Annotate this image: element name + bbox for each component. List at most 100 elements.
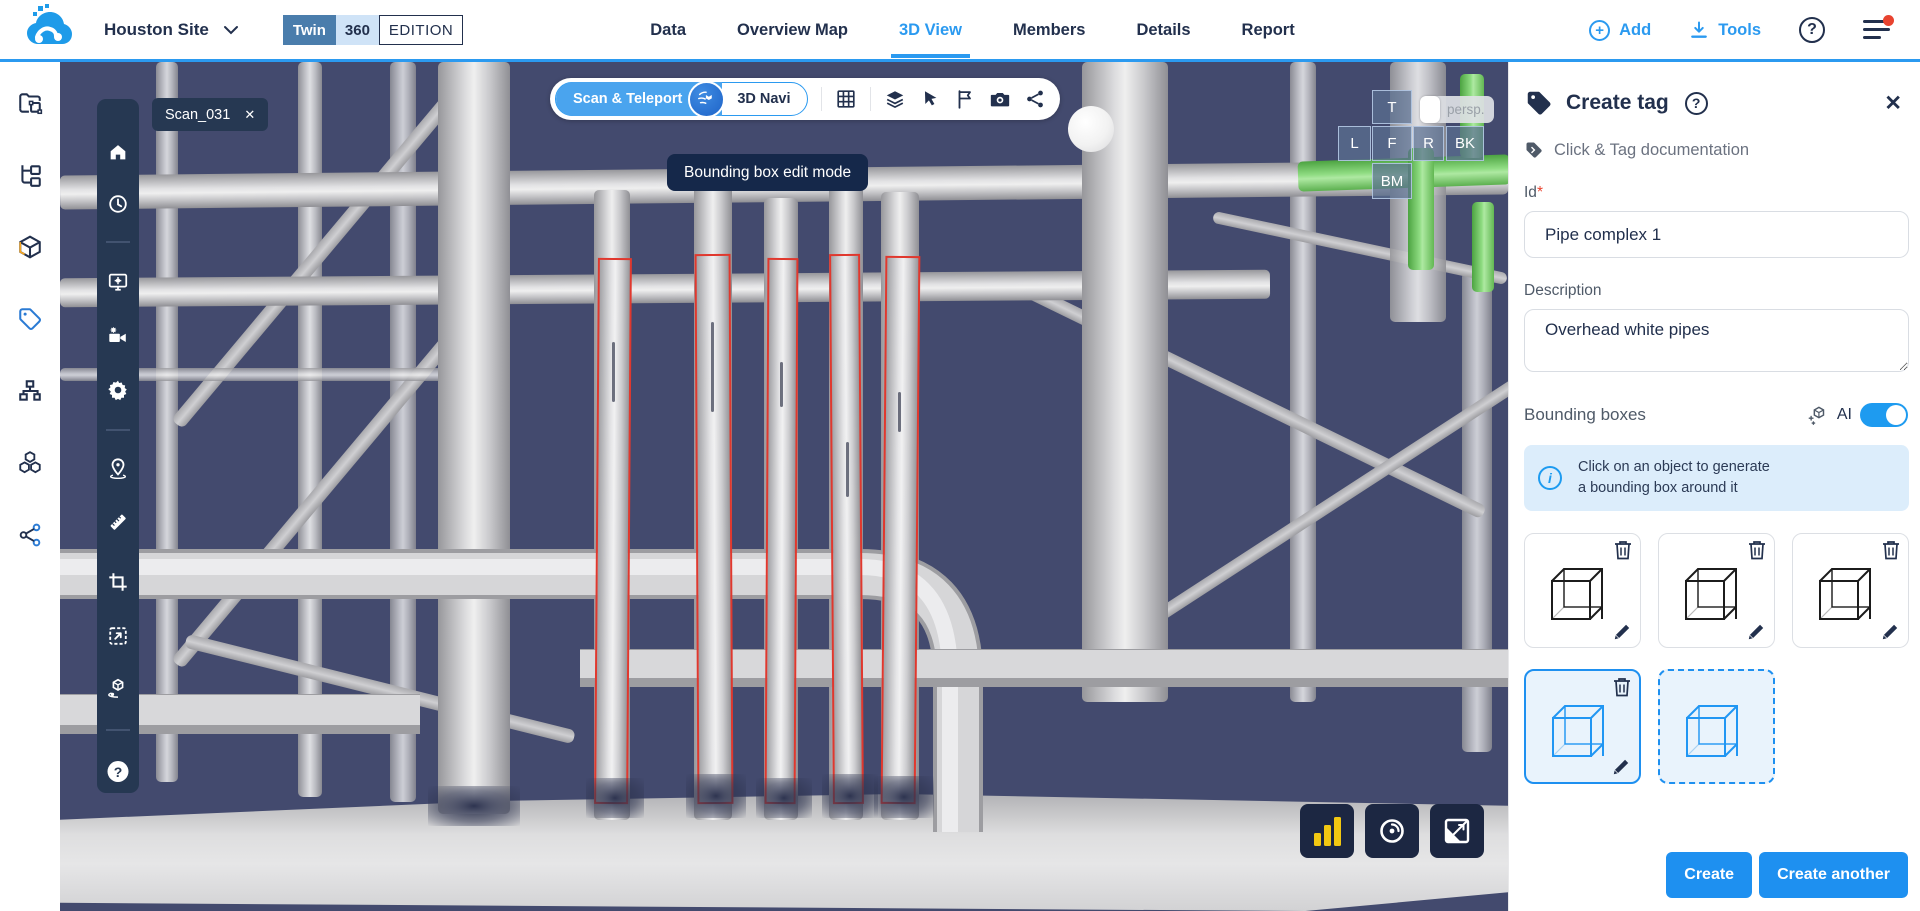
trash-icon[interactable] bbox=[1882, 540, 1900, 560]
projection-label: persp. bbox=[1447, 102, 1485, 117]
red-bounding-box[interactable] bbox=[829, 253, 864, 805]
site-selector[interactable]: Houston Site bbox=[104, 20, 239, 40]
tag-arrow-icon bbox=[1526, 142, 1542, 158]
mark bbox=[846, 442, 849, 497]
view-top[interactable]: T bbox=[1372, 90, 1412, 124]
cube-icon[interactable] bbox=[17, 234, 43, 260]
mark bbox=[711, 322, 714, 412]
view-right[interactable]: R bbox=[1413, 126, 1444, 161]
trash-icon[interactable] bbox=[1748, 540, 1766, 560]
bounding-box-card-pending[interactable] bbox=[1658, 669, 1775, 785]
bounding-box-card-selected[interactable] bbox=[1524, 669, 1641, 785]
pencil-icon[interactable] bbox=[1881, 623, 1899, 641]
red-bounding-box[interactable] bbox=[880, 255, 921, 805]
chevron-down-icon bbox=[223, 26, 238, 35]
pencil-icon[interactable] bbox=[1747, 623, 1765, 641]
badge-twin: Twin bbox=[282, 15, 336, 45]
tab-overview-map[interactable]: Overview Map bbox=[735, 3, 850, 58]
teleport-icon[interactable] bbox=[688, 80, 726, 118]
camera-icon[interactable] bbox=[989, 88, 1011, 110]
tab-data[interactable]: Data bbox=[648, 3, 688, 58]
pencil-icon[interactable] bbox=[1613, 623, 1631, 641]
bounding-box-card[interactable] bbox=[1792, 533, 1909, 649]
viewer-bottom-buttons bbox=[1300, 804, 1484, 858]
red-bounding-box[interactable] bbox=[764, 257, 799, 805]
image-export-icon[interactable] bbox=[107, 625, 129, 647]
workflow-icon[interactable] bbox=[17, 378, 43, 404]
view-left[interactable]: L bbox=[1338, 126, 1371, 161]
click-tag-doc-link[interactable]: Click & Tag documentation bbox=[1524, 140, 1908, 160]
pipe-base bbox=[874, 776, 934, 818]
flag-icon[interactable] bbox=[954, 88, 976, 110]
ai-label: AI bbox=[1836, 406, 1852, 423]
clock-icon[interactable] bbox=[107, 193, 129, 215]
ruler-icon[interactable] bbox=[107, 511, 129, 533]
tab-details[interactable]: Details bbox=[1134, 3, 1192, 58]
location-pin-icon[interactable] bbox=[107, 457, 129, 479]
red-bounding-box[interactable] bbox=[594, 257, 632, 805]
tab-3d-view[interactable]: 3D View bbox=[891, 3, 970, 58]
viewer-top-toolbar: Scan & Teleport 3D Navi bbox=[550, 78, 1060, 120]
close-icon[interactable]: ✕ bbox=[1884, 91, 1902, 116]
3d-viewport[interactable]: Scan_031 ✕ ? Scan & Teleport 3D Navi Bou… bbox=[60, 62, 1508, 911]
mode-3d-navi[interactable]: 3D Navi bbox=[725, 91, 806, 107]
display-settings-icon[interactable] bbox=[107, 271, 129, 293]
compass-button[interactable] bbox=[1365, 804, 1419, 858]
folder-icon[interactable] bbox=[17, 90, 43, 116]
cube-wireframe-icon bbox=[1685, 568, 1737, 621]
layers-icon[interactable] bbox=[884, 88, 906, 110]
power-bi-button[interactable] bbox=[1300, 804, 1354, 858]
tab-members[interactable]: Members bbox=[1011, 3, 1087, 58]
description-label: Description bbox=[1524, 282, 1602, 299]
badge-edition: EDITION bbox=[378, 15, 464, 45]
download-icon bbox=[1691, 21, 1708, 38]
home-icon[interactable] bbox=[107, 141, 129, 163]
add-button[interactable]: + Add bbox=[1589, 19, 1651, 41]
create-button[interactable]: Create bbox=[1666, 852, 1753, 898]
bounding-box-card[interactable] bbox=[1524, 533, 1641, 649]
scan-chip[interactable]: Scan_031 ✕ bbox=[152, 98, 269, 131]
tools-button[interactable]: Tools bbox=[1689, 20, 1761, 40]
tag-icon[interactable] bbox=[17, 306, 43, 332]
id-input[interactable] bbox=[1524, 211, 1909, 258]
share-icon[interactable] bbox=[1024, 88, 1046, 110]
create-another-button[interactable]: Create another bbox=[1759, 852, 1908, 898]
description-input[interactable]: Overhead white pipes bbox=[1524, 309, 1909, 372]
model-place-icon[interactable] bbox=[107, 677, 129, 699]
pipe-base bbox=[428, 786, 520, 826]
notification-dot bbox=[1883, 15, 1894, 26]
grid-icon[interactable] bbox=[835, 88, 857, 110]
share-icon[interactable] bbox=[17, 522, 43, 548]
scan-sphere[interactable] bbox=[1068, 106, 1114, 152]
view-back[interactable]: BK bbox=[1446, 126, 1484, 161]
plus-circle-icon: + bbox=[1589, 19, 1611, 41]
help-icon[interactable]: ? bbox=[1799, 17, 1825, 43]
gear-icon[interactable] bbox=[107, 379, 129, 401]
app-sidebar bbox=[0, 62, 60, 911]
trash-icon[interactable] bbox=[1614, 540, 1632, 560]
cubes-icon[interactable] bbox=[17, 450, 43, 476]
cursor-icon[interactable] bbox=[919, 88, 941, 110]
trash-icon[interactable] bbox=[1613, 677, 1631, 697]
tab-report[interactable]: Report bbox=[1240, 3, 1297, 58]
close-icon[interactable]: ✕ bbox=[244, 107, 255, 123]
top-bar: Houston Site Twin 360 EDITION Data Overv… bbox=[0, 0, 1920, 62]
divider bbox=[820, 87, 822, 111]
video-settings-icon[interactable] bbox=[107, 325, 129, 347]
help-icon[interactable]: ? bbox=[107, 761, 129, 782]
info-line-1: Click on an object to generate bbox=[1578, 459, 1770, 475]
app-logo-cloud[interactable] bbox=[24, 4, 76, 56]
crop-icon[interactable] bbox=[107, 571, 129, 593]
tree-icon[interactable] bbox=[17, 162, 43, 188]
view-bottom[interactable]: BM bbox=[1372, 163, 1412, 199]
pencil-icon[interactable] bbox=[1612, 758, 1630, 776]
menu-icon[interactable] bbox=[1863, 15, 1894, 40]
required-mark: * bbox=[1536, 184, 1543, 201]
minimap-button[interactable] bbox=[1430, 804, 1484, 858]
projection-toggle[interactable]: persp. bbox=[1420, 96, 1494, 123]
red-bounding-box[interactable] bbox=[694, 253, 734, 805]
help-icon[interactable]: ? bbox=[1684, 91, 1708, 115]
view-front[interactable]: F bbox=[1372, 126, 1412, 161]
bounding-box-card[interactable] bbox=[1658, 533, 1775, 649]
ai-toggle[interactable] bbox=[1860, 403, 1908, 427]
